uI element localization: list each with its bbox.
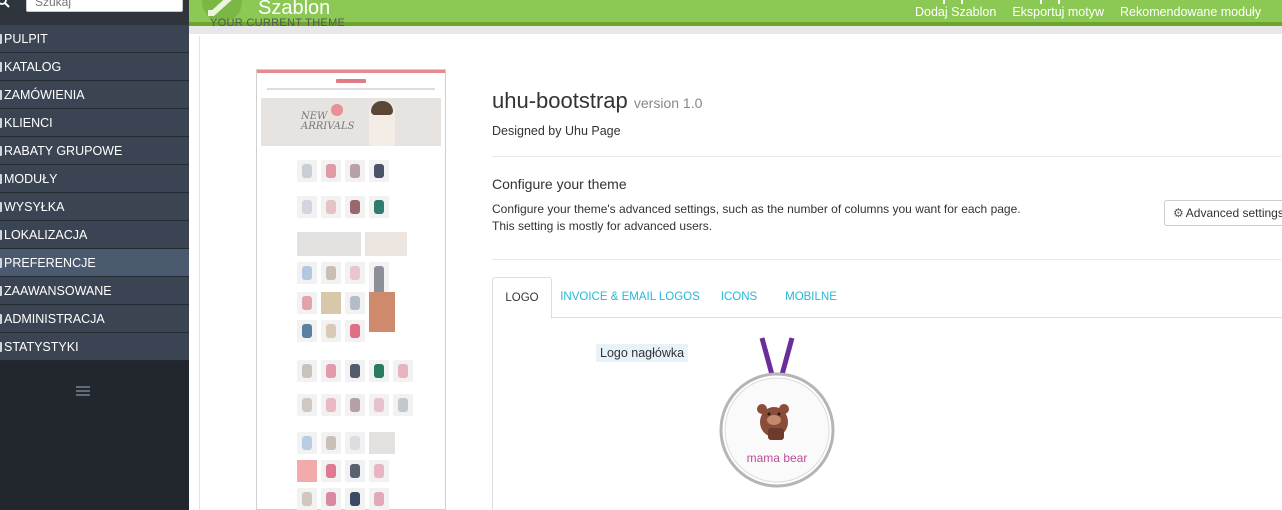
preview-product-row <box>297 360 413 382</box>
advanced-settings-button[interactable]: ⚙ Advanced settings <box>1164 200 1282 226</box>
export-icon <box>1040 0 1061 4</box>
stats-icon <box>0 342 2 352</box>
sidebar-item-zamowienia[interactable]: ZAMÓWIENIA <box>0 81 189 109</box>
theme-author: Designed by Uhu Page <box>492 124 621 138</box>
preview-product-row <box>297 196 389 218</box>
preview-nav <box>267 88 435 90</box>
search-bar <box>0 0 189 25</box>
sidebar-item-label: RABATY GRUPOWE <box>4 144 123 158</box>
sidebar-item-label: PULPIT <box>4 32 48 46</box>
divider <box>492 259 1282 260</box>
modules-icon <box>0 174 2 184</box>
advanced-settings-label: Advanced settings <box>1185 206 1282 220</box>
sidebar-item-lokalizacja[interactable]: LOKALIZACJA <box>0 221 189 249</box>
preview-product-row <box>297 394 413 416</box>
sidebar-item-statystyki[interactable]: STATYSTYKI <box>0 333 189 361</box>
sidebar-item-label: ADMINISTRACJA <box>4 312 105 326</box>
menu-collapse-icon[interactable] <box>76 386 90 396</box>
configure-description: Configure your theme's advanced settings… <box>492 202 1021 233</box>
sidebar-item-label: ZAMÓWIENIA <box>4 88 85 102</box>
header-shadow <box>189 26 1282 34</box>
divider <box>492 156 1282 157</box>
preview-banner: NEW ARRIVALS <box>261 98 441 146</box>
theme-preview-image: NEW ARRIVALS <box>256 69 446 510</box>
configure-title: Configure your theme <box>492 176 627 192</box>
sidebar-item-preferencje[interactable]: PREFERENCJE <box>0 249 189 277</box>
export-theme-button[interactable]: Eksportuj motyw <box>1012 0 1104 19</box>
sidebar-item-label: KATALOG <box>4 60 62 74</box>
sidebar-item-label: STATYSTYKI <box>4 340 79 354</box>
sidebar-item-pulpit[interactable]: PULPIT <box>0 25 189 53</box>
sidebar-item-wysylka[interactable]: WYSYŁKA <box>0 193 189 221</box>
sidebar-item-klienci[interactable]: KLIENCI <box>0 109 189 137</box>
preview-logo <box>336 79 366 83</box>
preview-model-hair <box>371 101 393 115</box>
sidebar-item-moduly[interactable]: MODUŁY <box>0 165 189 193</box>
preview-product-row <box>297 160 389 182</box>
tab-icons[interactable]: ICONS <box>714 277 764 318</box>
dashboard-icon <box>0 34 2 44</box>
tab-logo[interactable]: LOGO <box>492 277 552 319</box>
sidebar-item-label: WYSYŁKA <box>4 200 65 214</box>
admin-icon <box>0 314 2 324</box>
theme-version: version 1.0 <box>633 95 703 111</box>
orders-icon <box>0 90 2 100</box>
sidebar-item-zaawansowane[interactable]: ZAAWANSOWANE <box>0 277 189 305</box>
discount-icon <box>0 146 2 156</box>
theme-name-text: uhu-bootstrap <box>492 88 628 113</box>
sidebar-item-label: PREFERENCJE <box>4 256 96 270</box>
theme-name: uhu-bootstrap version 1.0 <box>492 88 702 114</box>
tab-mobilne[interactable]: MOBILNE <box>778 277 844 318</box>
preview-product-row <box>297 432 395 454</box>
section-heading: YOUR CURRENT THEME <box>210 17 346 29</box>
sidebar-item-label: KLIENCI <box>4 116 53 130</box>
shipping-icon <box>0 202 2 212</box>
add-icon <box>943 0 963 4</box>
search-icon[interactable] <box>0 0 10 8</box>
catalog-icon <box>0 62 2 72</box>
gear-icon: ⚙ <box>1173 206 1184 220</box>
header-actions: Dodaj Szablon Eksportuj motyw Rekomendow… <box>915 0 1261 19</box>
logo-tabs: LOGO INVOICE & EMAIL LOGOS ICONS MOBILNE <box>492 277 1282 319</box>
sidebar-item-rabaty-grupowe[interactable]: RABATY GRUPOWE <box>0 137 189 165</box>
tab-invoice-email-logos[interactable]: INVOICE & EMAIL LOGOS <box>560 277 700 318</box>
logo-brand-text: mama bear <box>747 451 808 465</box>
sidebar-item-label: ZAAWANSOWANE <box>4 284 112 298</box>
sidebar-item-administracja[interactable]: ADMINISTRACJA <box>0 305 189 333</box>
header-logo-image[interactable]: mama bear <box>716 336 838 488</box>
sidebar-item-label: LOKALIZACJA <box>4 228 88 242</box>
sidebar-item-label: MODUŁY <box>4 172 58 186</box>
preview-promo-row <box>297 232 407 256</box>
globe-icon <box>0 230 2 240</box>
recommended-modules-button[interactable]: Rekomendowane moduły <box>1120 5 1261 19</box>
preview-product-row <box>297 320 365 342</box>
sidebar: PULPIT KATALOG ZAMÓWIENIA KLIENCI RABATY… <box>0 0 189 510</box>
customers-icon <box>0 118 2 128</box>
header-logo-label: Logo nagłówka <box>596 344 689 362</box>
cogs-icon <box>0 286 2 296</box>
wrench-icon <box>0 258 2 268</box>
search-input[interactable] <box>26 0 183 12</box>
add-theme-button[interactable]: Dodaj Szablon <box>915 0 996 19</box>
preview-product-row <box>297 488 389 510</box>
sidebar-item-katalog[interactable]: KATALOG <box>0 53 189 81</box>
preview-banner-text: NEW ARRIVALS <box>301 111 355 132</box>
main-menu: PULPIT KATALOG ZAMÓWIENIA KLIENCI RABATY… <box>0 25 189 361</box>
preview-product-row <box>297 460 389 482</box>
preview-topline <box>257 70 445 73</box>
